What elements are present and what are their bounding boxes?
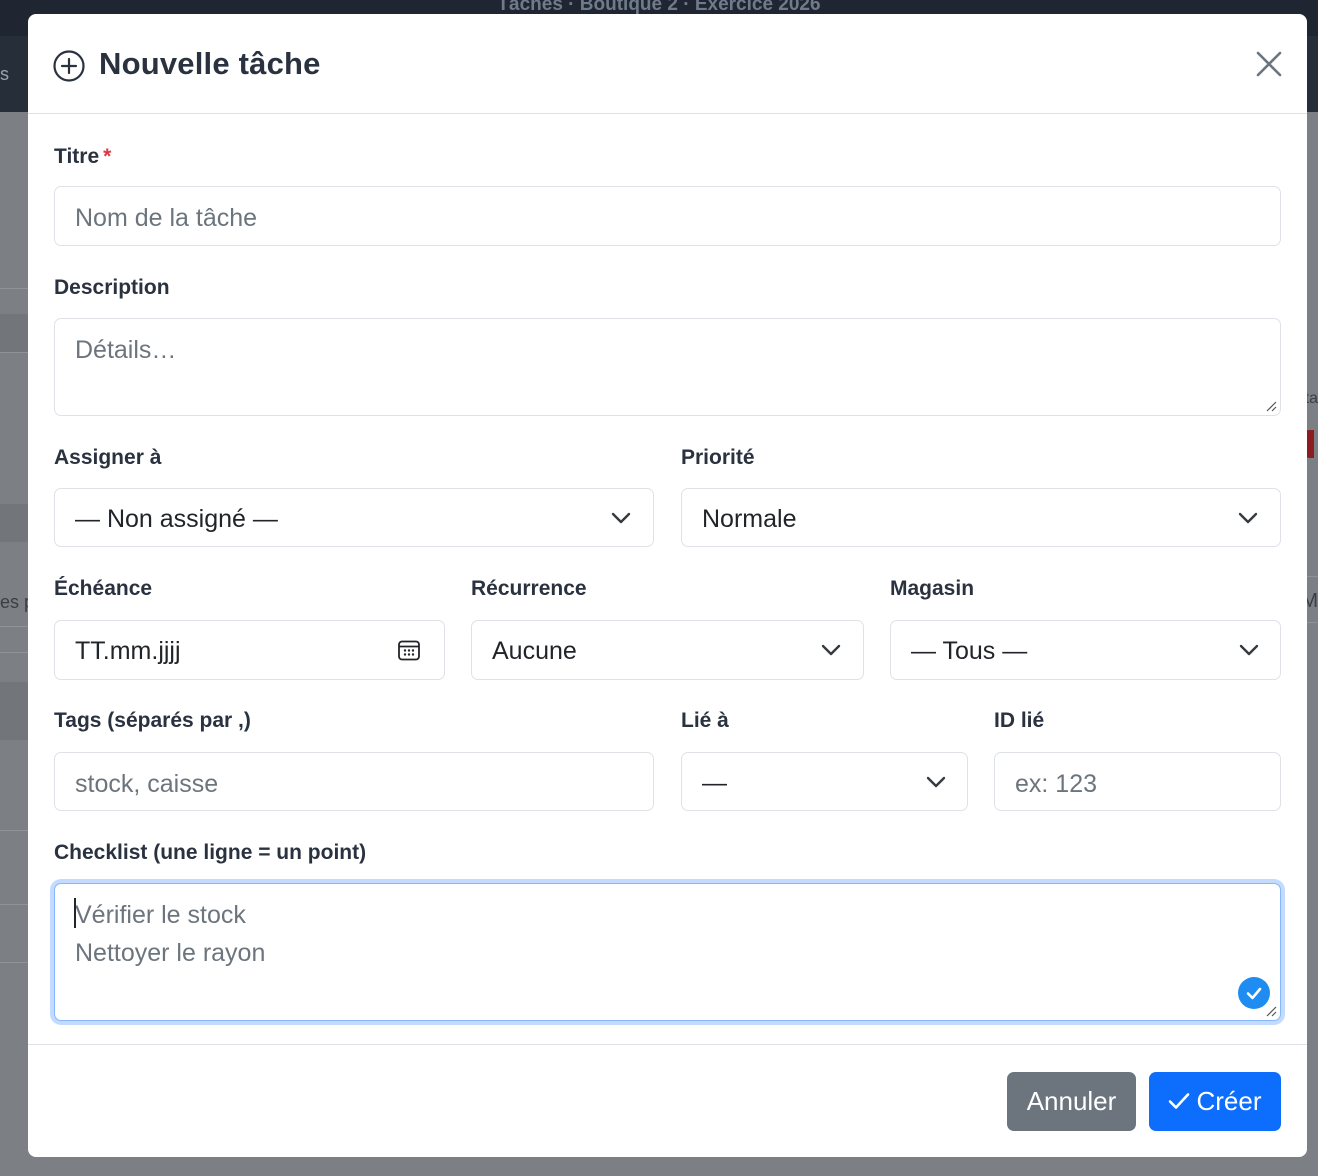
recurrence-value: Aucune	[492, 637, 577, 665]
create-button-label: Créer	[1196, 1086, 1262, 1116]
resize-handle-icon[interactable]	[1265, 1005, 1277, 1017]
checklist-label: Checklist (une ligne = un point)	[54, 841, 367, 864]
modal-header: Nouvelle tâche	[28, 14, 1307, 114]
id-lie-input[interactable]: ex: 123	[994, 752, 1281, 811]
description-placeholder: Détails…	[75, 336, 177, 364]
modal-footer: Annuler Créer	[28, 1044, 1307, 1157]
chevron-down-icon	[1239, 644, 1259, 656]
create-button[interactable]: Créer	[1149, 1072, 1281, 1131]
lie-a-select[interactable]: —	[681, 752, 968, 811]
priorite-value: Normale	[702, 505, 797, 533]
assigner-label: Assigner à	[54, 446, 162, 469]
background-divider	[0, 352, 28, 353]
background-divider	[0, 962, 28, 963]
background-row	[0, 682, 28, 740]
tags-input[interactable]: stock, caisse	[54, 752, 654, 811]
titre-input[interactable]: Nom de la tâche	[54, 186, 1281, 246]
plus-circle-icon	[53, 50, 85, 82]
close-icon[interactable]	[1254, 49, 1284, 79]
magasin-select[interactable]: — Tous —	[890, 620, 1281, 680]
background-divider	[0, 830, 28, 831]
priorite-select[interactable]: Normale	[681, 488, 1281, 547]
chevron-down-icon	[611, 512, 631, 524]
assigner-select[interactable]: — Non assigné —	[54, 488, 654, 547]
background-row	[0, 504, 28, 542]
description-textarea[interactable]: Détails…	[54, 318, 1281, 416]
lie-a-label: Lié à	[681, 709, 729, 732]
description-label: Description	[54, 276, 170, 299]
required-asterisk: *	[103, 145, 112, 168]
id-lie-placeholder: ex: 123	[1015, 770, 1098, 798]
recurrence-select[interactable]: Aucune	[471, 620, 864, 680]
titre-placeholder: Nom de la tâche	[75, 204, 258, 232]
id-lie-label: ID lié	[994, 709, 1045, 732]
checklist-placeholder-line: Nettoyer le rayon	[75, 939, 266, 967]
priorite-label: Priorité	[681, 446, 755, 469]
titre-label-text: Titre	[54, 145, 100, 168]
checklist-textarea[interactable]: Vérifier le stock Nettoyer le rayon	[54, 883, 1281, 1021]
checklist-placeholder-line: Vérifier le stock	[75, 901, 246, 929]
modal-title: Nouvelle tâche	[99, 46, 321, 81]
check-icon	[1169, 1093, 1190, 1109]
background-divider	[1307, 622, 1318, 623]
chevron-down-icon	[821, 644, 841, 656]
background-divider	[0, 626, 28, 627]
background-row	[0, 314, 28, 352]
background-divider	[0, 652, 28, 653]
magasin-value: — Tous —	[911, 637, 1028, 665]
background-divider	[0, 288, 28, 289]
assigner-value: — Non assigné —	[75, 505, 278, 533]
new-task-modal: Nouvelle tâche Titre * Nom de la tâche De…	[28, 14, 1307, 1157]
titre-label: Titre *	[54, 145, 111, 169]
echeance-date-input[interactable]: TT.mm.jjjj	[54, 620, 445, 680]
chevron-down-icon	[926, 776, 946, 788]
cancel-button[interactable]: Annuler	[1007, 1072, 1136, 1131]
tags-placeholder: stock, caisse	[75, 770, 219, 798]
recurrence-label: Récurrence	[471, 577, 587, 600]
background-divider	[0, 904, 28, 905]
calendar-icon[interactable]	[397, 638, 421, 662]
echeance-value: TT.mm.jjjj	[75, 637, 181, 665]
resize-handle-icon[interactable]	[1265, 400, 1277, 412]
magasin-label: Magasin	[890, 577, 975, 600]
lie-a-value: —	[702, 769, 727, 797]
tags-label: Tags (séparés par ,)	[54, 709, 251, 732]
background-divider	[1307, 576, 1318, 577]
echeance-label: Échéance	[54, 577, 153, 600]
text-cursor	[74, 898, 76, 928]
background-fragment: s	[0, 64, 9, 84]
chevron-down-icon	[1238, 512, 1258, 524]
